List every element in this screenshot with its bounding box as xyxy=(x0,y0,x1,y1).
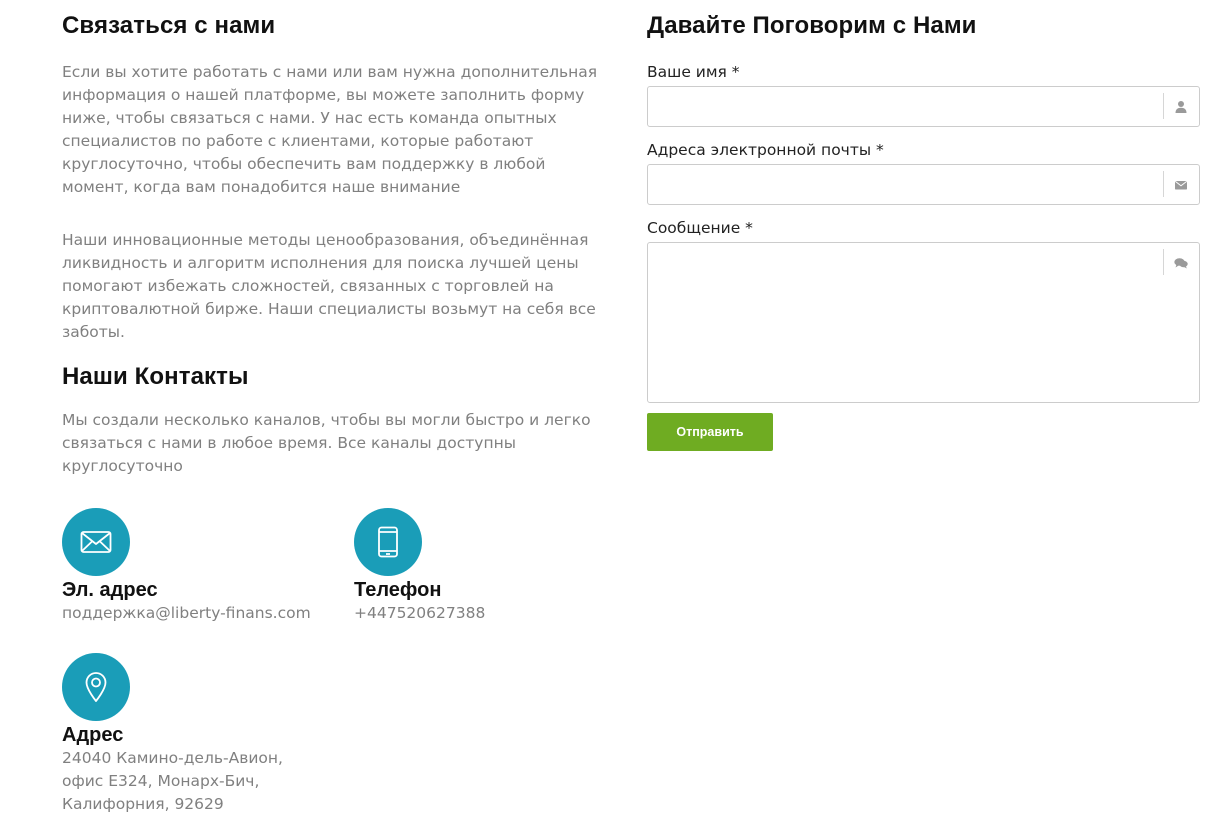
email-label: Адреса электронной почты * xyxy=(647,141,884,159)
submit-button[interactable]: Отправить xyxy=(647,413,773,451)
field-divider xyxy=(1163,249,1164,275)
user-icon xyxy=(1173,99,1189,115)
email-field[interactable] xyxy=(647,164,1200,205)
address-channel: Адрес 24040 Камино-дель-Авион, офис Е324… xyxy=(62,653,322,816)
map-pin-icon xyxy=(62,653,130,721)
our-contacts-heading: Наши Контакты xyxy=(62,363,249,390)
field-divider xyxy=(1163,171,1164,197)
phone-channel-title: Телефон xyxy=(354,579,442,601)
envelope-icon xyxy=(62,508,130,576)
address-channel-title: Адрес xyxy=(62,724,124,746)
mobile-phone-icon xyxy=(354,508,422,576)
address-line: 24040 Камино-дель-Авион, xyxy=(62,749,283,767)
contact-us-heading: Связаться с нами xyxy=(62,12,276,39)
chat-bubbles-icon xyxy=(1173,255,1189,271)
message-label: Сообщение * xyxy=(647,219,753,237)
name-field[interactable] xyxy=(647,86,1200,127)
phone-number-link[interactable]: +447520627388 xyxy=(354,602,634,625)
email-channel: Эл. адрес поддержка@liberty-finans.com xyxy=(62,508,342,625)
message-field[interactable] xyxy=(647,242,1200,403)
form-heading: Давайте Поговорим с Нами xyxy=(647,12,977,39)
name-input[interactable] xyxy=(658,87,1158,126)
address-line: офис Е324, Монарх-Бич, xyxy=(62,772,260,790)
name-label: Ваше имя * xyxy=(647,63,740,81)
pricing-paragraph: Наши инновационные методы ценообразовани… xyxy=(62,231,596,341)
phone-channel: Телефон +447520627388 xyxy=(354,508,634,625)
field-divider xyxy=(1163,93,1164,119)
envelope-small-icon xyxy=(1173,177,1189,193)
channels-paragraph: Мы создали несколько каналов, чтобы вы м… xyxy=(62,411,591,475)
message-textarea[interactable] xyxy=(658,251,1158,394)
email-address-link[interactable]: поддержка@liberty-finans.com xyxy=(62,602,342,625)
email-channel-title: Эл. адрес xyxy=(62,579,158,601)
contact-intro-paragraph: Если вы хотите работать с нами или вам н… xyxy=(62,63,598,196)
address-line: Калифорния, 92629 xyxy=(62,795,224,813)
email-input[interactable] xyxy=(658,165,1158,204)
